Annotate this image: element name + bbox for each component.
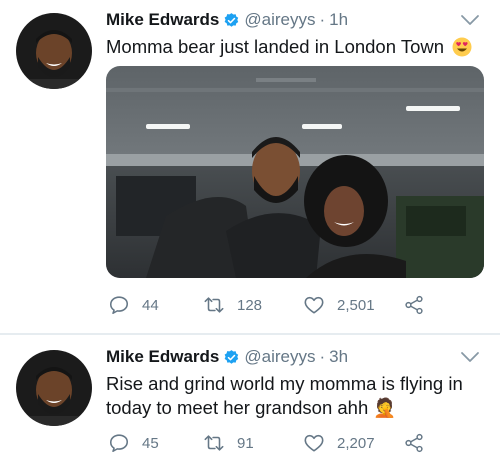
heart-icon xyxy=(304,434,324,452)
author-handle[interactable]: @aireyys xyxy=(244,10,315,30)
like-count: 2,501 xyxy=(337,296,375,314)
header-separator: · xyxy=(319,10,326,29)
like-button[interactable]: 2,207 xyxy=(303,430,375,456)
like-count: 2,207 xyxy=(337,434,375,452)
like-button[interactable]: 2,501 xyxy=(303,292,375,318)
tweet-header: Mike Edwards @aireyys · 1h xyxy=(106,9,348,31)
heart-icon xyxy=(304,296,324,314)
tweet-actions: 45 91 2,207 xyxy=(106,430,436,456)
tweet-actions: 44 128 2,501 xyxy=(106,292,436,318)
reply-count: 44 xyxy=(142,296,159,314)
avatar[interactable] xyxy=(16,13,92,89)
retweet-button[interactable]: 91 xyxy=(203,430,254,456)
author-name[interactable]: Mike Edwards xyxy=(106,10,219,30)
retweet-icon xyxy=(204,297,224,313)
reply-icon xyxy=(109,434,129,453)
retweet-count: 91 xyxy=(237,434,254,452)
heart-eyes-emoji-icon xyxy=(452,37,472,57)
header-separator: · xyxy=(319,347,326,366)
retweet-button[interactable]: 128 xyxy=(203,292,262,318)
share-icon xyxy=(405,295,423,315)
retweet-icon xyxy=(204,435,224,451)
reply-count: 45 xyxy=(142,434,159,452)
verified-badge-icon xyxy=(225,349,239,364)
avatar[interactable] xyxy=(16,350,92,426)
tweet-1[interactable]: Mike Edwards @aireyys · 1h Momma bear ju… xyxy=(0,0,500,334)
retweet-count: 128 xyxy=(237,296,263,314)
timestamp[interactable]: 1h xyxy=(329,10,348,30)
share-button[interactable] xyxy=(403,292,425,318)
tweet-header: Mike Edwards @aireyys · 3h xyxy=(106,346,348,368)
chevron-down-icon[interactable] xyxy=(460,14,480,26)
reply-button[interactable]: 45 xyxy=(108,430,159,456)
reply-icon xyxy=(109,296,129,315)
tweet-2[interactable]: Mike Edwards @aireyys · 3h Rise and grin… xyxy=(0,335,500,465)
verified-badge-icon xyxy=(225,12,239,27)
timestamp[interactable]: 3h xyxy=(329,347,348,367)
author-name[interactable]: Mike Edwards xyxy=(106,347,219,367)
reply-button[interactable]: 44 xyxy=(108,292,159,318)
tweet-text-content: Momma bear just landed in London Town xyxy=(106,36,445,57)
tweet-text: Momma bear just landed in London Town xyxy=(106,35,481,59)
share-button[interactable] xyxy=(403,430,425,456)
author-handle[interactable]: @aireyys xyxy=(244,347,315,367)
share-icon xyxy=(405,433,423,453)
tweet-photo[interactable] xyxy=(106,66,484,278)
chevron-down-icon[interactable] xyxy=(460,351,480,363)
tweet-text: Rise and grind world my momma is flying … xyxy=(106,373,463,418)
